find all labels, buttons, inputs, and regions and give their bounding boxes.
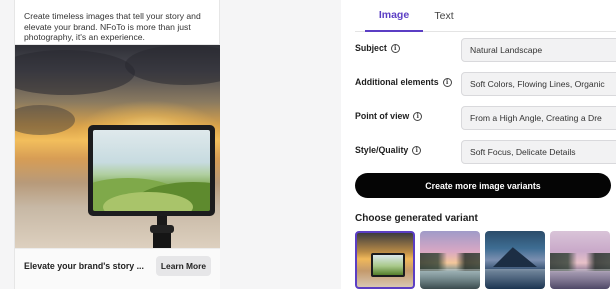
- field-point-of-view: Point of view i From a High Angle, Creat…: [355, 106, 616, 130]
- ad-description-line: elevate your brand. NFoTo is more than j…: [24, 21, 191, 32]
- tablet-screen: [93, 130, 210, 211]
- subject-input[interactable]: Natural Landscape: [461, 38, 616, 62]
- ad-footer: Elevate your brand's story ... Learn Mor…: [15, 248, 220, 289]
- field-style-quality: Style/Quality i Soft Focus, Delicate Det…: [355, 140, 616, 164]
- tablet-screen: [373, 255, 403, 275]
- additional-elements-input[interactable]: Soft Colors, Flowing Lines, Organic: [461, 72, 616, 96]
- variant-gallery: [355, 231, 616, 289]
- tripod-leg: [153, 233, 171, 248]
- tab-text[interactable]: Text: [423, 0, 465, 32]
- cloud: [15, 105, 75, 135]
- variant-thumbnail[interactable]: [485, 231, 545, 289]
- cloud: [15, 50, 135, 95]
- tablet-device: [88, 125, 215, 216]
- field-subject: Subject i Natural Landscape: [355, 38, 616, 62]
- field-label-text: Additional elements: [355, 77, 439, 87]
- field-label: Point of view i: [355, 111, 423, 121]
- lake-reflection: [420, 269, 480, 289]
- tablet-device: [371, 253, 405, 277]
- cloud: [125, 45, 220, 85]
- generation-panel: Image Text Subject i Natural Landscape A…: [341, 0, 616, 289]
- ad-description-line: Create timeless images that tell your st…: [24, 11, 201, 21]
- tab-image[interactable]: Image: [365, 0, 423, 32]
- style-quality-input[interactable]: Soft Focus, Delicate Details: [461, 140, 616, 164]
- ad-footer-title: Elevate your brand's story ...: [24, 261, 144, 271]
- field-label: Style/Quality i: [355, 145, 422, 155]
- info-icon[interactable]: i: [412, 145, 422, 155]
- tripod-head: [150, 225, 174, 233]
- variants-section-title: Choose generated variant: [355, 213, 478, 224]
- variant-thumbnail[interactable]: [550, 231, 610, 289]
- ad-description-line: photography, it's an experience.: [24, 32, 145, 43]
- lake-reflection: [550, 269, 610, 289]
- field-label: Subject i: [355, 43, 400, 53]
- info-icon[interactable]: i: [413, 111, 423, 121]
- tab-bar: Image Text: [355, 0, 616, 32]
- field-label-text: Subject: [355, 43, 387, 53]
- variant-thumbnail-selected[interactable]: [355, 231, 415, 289]
- info-icon[interactable]: i: [390, 43, 400, 53]
- point-of-view-input[interactable]: From a High Angle, Creating a Dre: [461, 106, 616, 130]
- field-label: Additional elements i: [355, 77, 452, 87]
- field-label-text: Style/Quality: [355, 145, 409, 155]
- ad-description: Create timeless images that tell your st…: [24, 11, 214, 43]
- ad-image: [15, 45, 220, 248]
- field-label-text: Point of view: [355, 111, 410, 121]
- learn-more-button[interactable]: Learn More: [156, 256, 211, 276]
- variant-thumbnail[interactable]: [420, 231, 480, 289]
- field-additional-elements: Additional elements i Soft Colors, Flowi…: [355, 72, 616, 96]
- info-icon[interactable]: i: [442, 77, 452, 87]
- lake-reflection: [485, 269, 545, 289]
- create-variants-button[interactable]: Create more image variants: [355, 173, 611, 198]
- page: Create timeless images that tell your st…: [0, 0, 616, 289]
- mountain-silhouette: [493, 247, 537, 267]
- ad-preview-card: Create timeless images that tell your st…: [14, 0, 220, 289]
